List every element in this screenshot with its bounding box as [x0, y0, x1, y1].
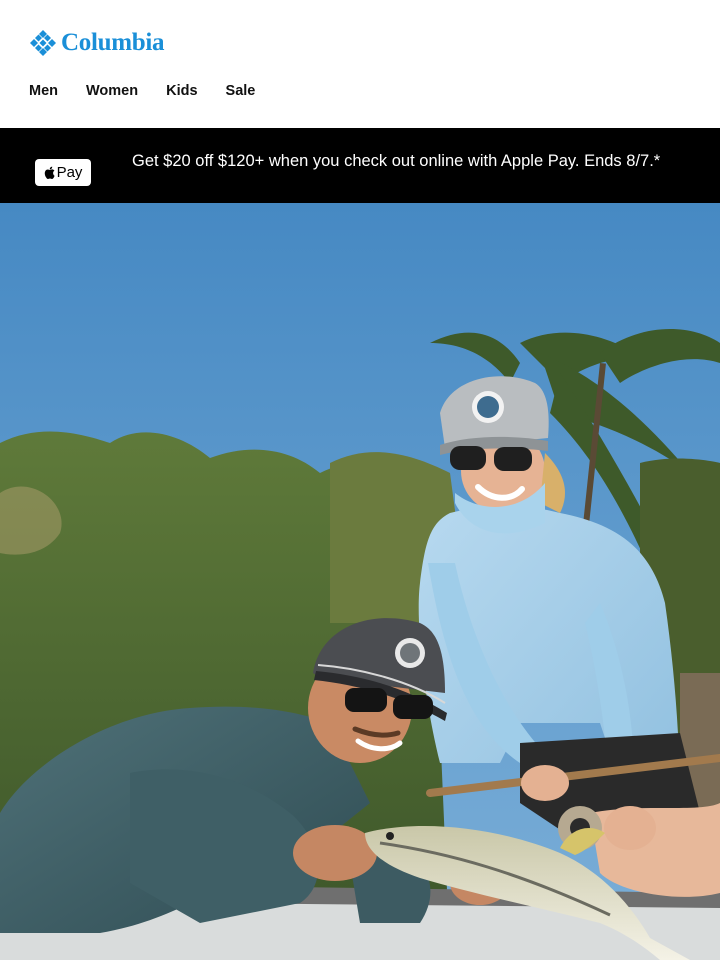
apple-icon [44, 166, 55, 179]
hero-banner[interactable] [0, 203, 720, 960]
nav-item-kids[interactable]: Kids [166, 82, 197, 100]
site-header: Columbia Men Women Kids Sale [0, 0, 720, 128]
nav-item-men[interactable]: Men [29, 82, 58, 100]
hero-photo [0, 203, 720, 960]
columbia-logo[interactable]: Columbia [29, 29, 164, 57]
apple-pay-label: Pay [56, 164, 83, 181]
nav-item-sale[interactable]: Sale [226, 82, 256, 100]
columbia-diamond-grid-icon [30, 30, 56, 56]
apple-pay-badge: Pay [35, 159, 91, 186]
promo-text: Get $20 off $120+ when you check out onl… [132, 152, 661, 170]
promo-banner[interactable]: Pay Get $20 off $120+ when you check out… [0, 128, 720, 203]
nav-item-women[interactable]: Women [86, 82, 138, 100]
primary-nav: Men Women Kids Sale [29, 82, 283, 100]
brand-name: Columbia [61, 29, 165, 56]
